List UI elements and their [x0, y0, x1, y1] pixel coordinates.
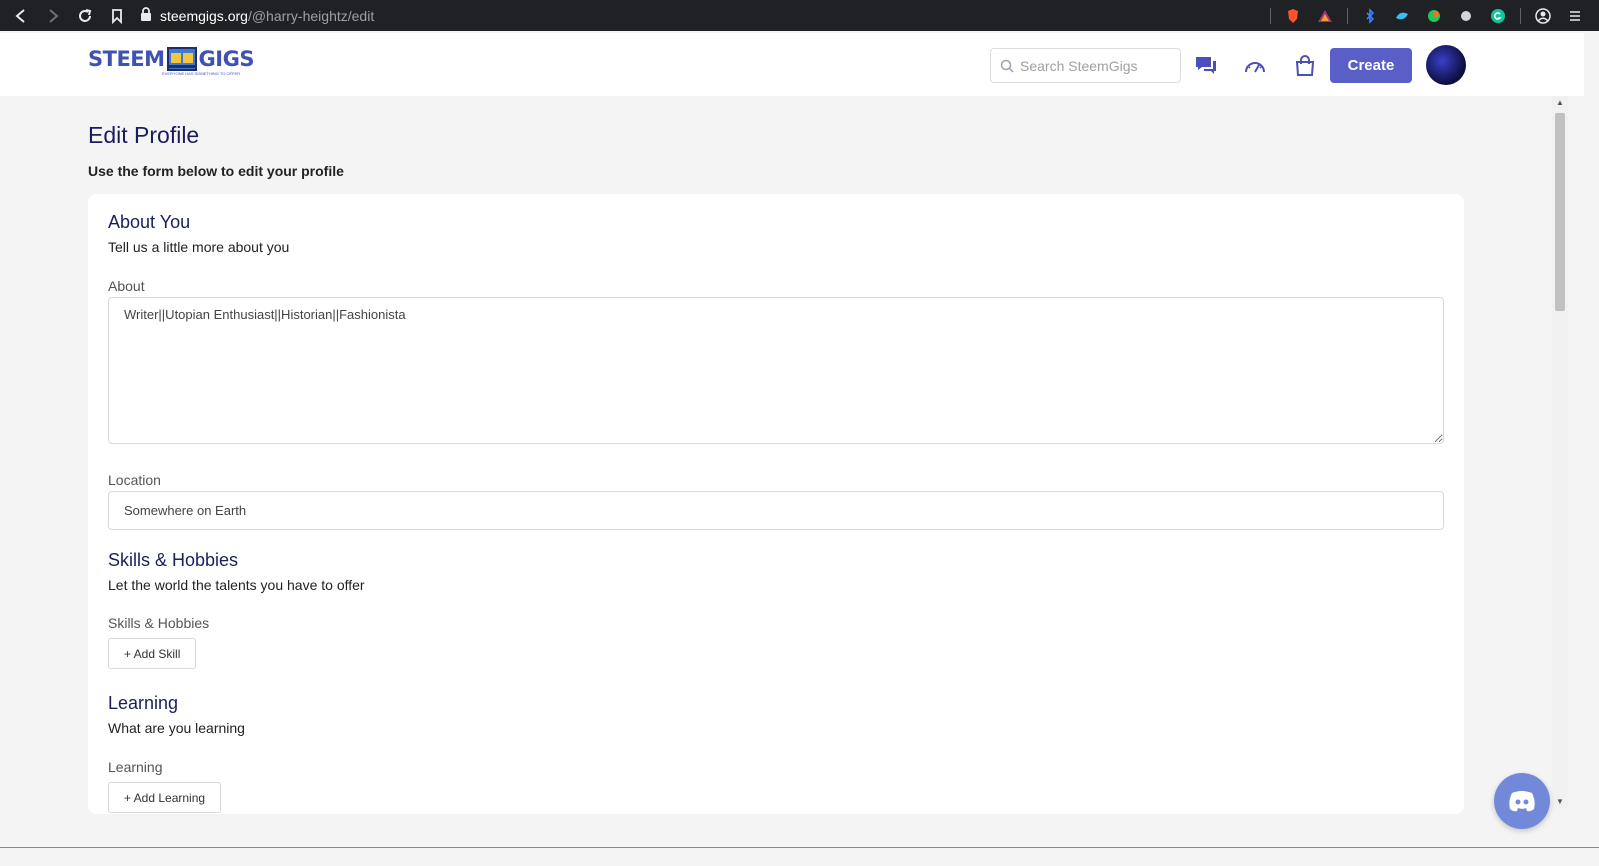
lock-icon [140, 7, 152, 24]
learning-section-subtitle: What are you learning [108, 720, 245, 736]
gray-extension-icon[interactable] [1454, 0, 1478, 31]
reload-icon[interactable] [69, 0, 101, 31]
search-field[interactable] [990, 48, 1181, 83]
steemgigs-logo[interactable]: STEEM GIGS EVERYONE HAS SOMETHING TO OFF… [88, 47, 255, 76]
leaf-extension-icon[interactable] [1422, 0, 1446, 31]
grammarly-icon[interactable] [1486, 0, 1510, 31]
location-label: Location [108, 472, 161, 488]
skills-label: Skills & Hobbies [108, 615, 210, 631]
location-input[interactable] [108, 491, 1444, 530]
search-input[interactable] [1020, 57, 1170, 74]
url-path: /@harry-heightz/edit [247, 7, 375, 24]
logo-mark-icon [166, 47, 197, 71]
about-section-subtitle: Tell us a little more about you [108, 239, 290, 255]
edit-profile-card: About You Tell us a little more about yo… [88, 194, 1464, 814]
brave-rewards-icon[interactable] [1313, 0, 1337, 31]
bottom-strip [0, 847, 1599, 866]
shopping-bag-icon[interactable] [1293, 54, 1317, 78]
forward-icon[interactable] [37, 0, 69, 31]
user-avatar[interactable] [1426, 45, 1466, 85]
learning-label: Learning [108, 759, 163, 775]
toolbar-divider [1270, 7, 1271, 24]
logo-text-left: STEEM [88, 47, 165, 71]
discord-icon [1509, 791, 1535, 812]
browser-toolbar: steemgigs.org/@harry-heightz/edit [0, 0, 1599, 31]
scroll-thumb[interactable] [1555, 113, 1565, 311]
page-subtitle: Use the form below to edit your profile [88, 163, 344, 179]
about-section-title: About You [108, 212, 191, 232]
search-icon [1000, 59, 1014, 73]
create-button[interactable]: Create [1330, 48, 1412, 83]
toolbar-divider [1347, 7, 1348, 24]
page-title: Edit Profile [88, 122, 200, 148]
dashboard-icon[interactable] [1243, 54, 1267, 78]
brave-shields-icon[interactable] [1281, 0, 1305, 31]
address-bar[interactable]: steemgigs.org/@harry-heightz/edit [140, 4, 374, 27]
scroll-down-arrow-icon[interactable]: ▼ [1556, 797, 1564, 806]
about-label: About [108, 278, 145, 294]
discord-chat-button[interactable] [1494, 773, 1550, 829]
site-header: STEEM GIGS EVERYONE HAS SOMETHING TO OFF… [0, 33, 1584, 96]
scroll-up-arrow-icon[interactable]: ▲ [1556, 98, 1564, 107]
toolbar-divider [1520, 7, 1521, 24]
add-learning-button[interactable]: + Add Learning [108, 782, 222, 813]
back-icon[interactable] [5, 0, 37, 31]
learning-section-title: Learning [108, 693, 179, 713]
bookmark-icon[interactable] [101, 0, 133, 31]
bluetooth-extension-icon[interactable] [1358, 0, 1382, 31]
skills-section-title: Skills & Hobbies [108, 550, 239, 570]
logo-text-right: GIGS [198, 47, 255, 71]
page-scrollbar[interactable]: ▲ ▼ [1552, 96, 1568, 808]
wallet-extension-icon[interactable] [1390, 0, 1414, 31]
profile-icon[interactable] [1531, 0, 1555, 31]
logo-tagline: EVERYONE HAS SOMETHING TO OFFER [162, 71, 241, 76]
add-skill-button[interactable]: + Add Skill [108, 638, 197, 669]
about-textarea[interactable]: Writer||Utopian Enthusiast||Historian||F… [108, 297, 1444, 444]
url-domain: steemgigs.org [160, 7, 248, 24]
skills-section-subtitle: Let the world the talents you have to of… [108, 577, 365, 593]
messages-icon[interactable] [1194, 54, 1218, 78]
menu-icon[interactable] [1563, 0, 1587, 31]
